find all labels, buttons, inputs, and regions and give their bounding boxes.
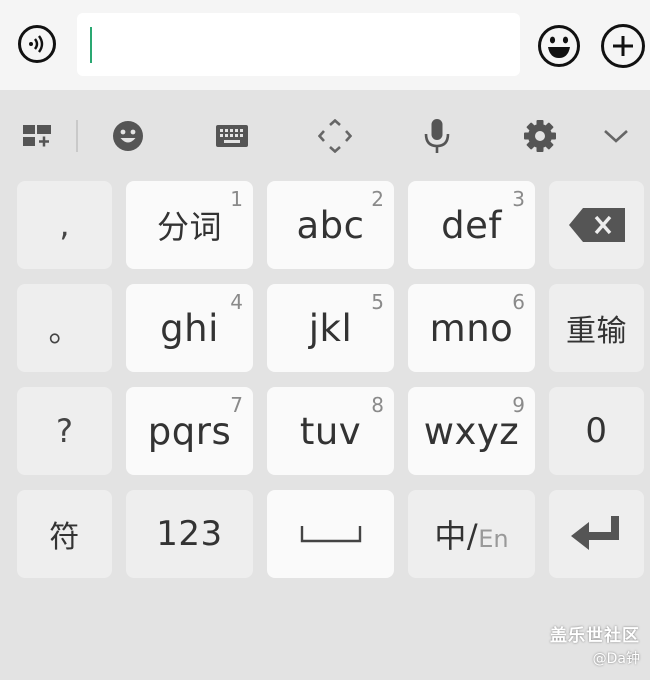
- keyboard-icon: [216, 125, 248, 147]
- enter-key[interactable]: [549, 490, 644, 578]
- key-8-label: tuv: [299, 409, 362, 453]
- voice-broadcast-button[interactable]: [18, 25, 56, 63]
- keyboard-toolbar: [0, 108, 650, 164]
- key-3-number: 3: [512, 187, 525, 211]
- key-9-number: 9: [512, 393, 525, 417]
- key-6-number: 6: [512, 290, 525, 314]
- key-9-label: wxyz: [423, 409, 520, 453]
- key-question[interactable]: ?: [17, 387, 112, 475]
- key-4-number: 4: [230, 290, 243, 314]
- sound-wave-icon: [29, 35, 44, 53]
- key-4[interactable]: ghi 4: [126, 284, 253, 372]
- text-input[interactable]: [77, 13, 520, 76]
- key-comma-label: ,: [59, 206, 70, 244]
- settings-button[interactable]: [515, 108, 565, 164]
- emoji-button[interactable]: [537, 24, 581, 72]
- symbol-key[interactable]: 符: [17, 490, 112, 578]
- key-3[interactable]: def 3: [408, 181, 535, 269]
- numeric-key[interactable]: 123: [126, 490, 253, 578]
- language-cn-label: 中/: [434, 517, 479, 555]
- key-6-label: mno: [429, 306, 514, 350]
- collapse-keyboard-button[interactable]: [591, 108, 641, 164]
- voice-input-button[interactable]: [412, 108, 462, 164]
- symbol-key-label: 符: [49, 520, 80, 555]
- key-0[interactable]: 0: [549, 387, 644, 475]
- key-1-number: 1: [230, 187, 243, 211]
- emoji-icon: [113, 121, 143, 151]
- key-9[interactable]: wxyz 9: [408, 387, 535, 475]
- backspace-key[interactable]: [549, 181, 644, 269]
- key-period-label: 。: [48, 311, 81, 349]
- key-5-label: jkl: [308, 306, 353, 350]
- key-1-label: 分词: [156, 208, 222, 246]
- key-2-label: abc: [296, 203, 365, 247]
- key-0-label: 0: [585, 411, 608, 451]
- smiley-icon: [538, 25, 580, 67]
- key-6[interactable]: mno 6: [408, 284, 535, 372]
- key-8[interactable]: tuv 8: [267, 387, 394, 475]
- key-5[interactable]: jkl 5: [267, 284, 394, 372]
- watermark-site: 盖乐世社区: [550, 626, 640, 646]
- key-period[interactable]: 。: [17, 284, 112, 372]
- key-7-number: 7: [230, 393, 243, 417]
- backspace-icon: [568, 208, 625, 242]
- menu-grid-button[interactable]: [13, 108, 63, 164]
- key-3-label: def: [441, 203, 502, 247]
- emoji-panel-button[interactable]: [103, 108, 153, 164]
- plus-icon: [613, 36, 633, 56]
- text-cursor: [90, 27, 92, 63]
- key-1[interactable]: 分词 1: [126, 181, 253, 269]
- key-7-label: pqrs: [147, 409, 232, 453]
- language-switch-key[interactable]: 中/En: [408, 490, 535, 578]
- chevron-down-icon: [604, 130, 628, 143]
- input-bar: [0, 0, 650, 90]
- key-5-number: 5: [371, 290, 384, 314]
- mic-icon: [424, 119, 450, 153]
- space-bar-icon: [300, 526, 361, 543]
- retype-key[interactable]: 重输: [549, 284, 644, 372]
- add-button[interactable]: [601, 24, 645, 68]
- watermark: 盖乐世社区 @Da钟: [550, 621, 640, 668]
- key-2-number: 2: [371, 187, 384, 211]
- move-keyboard-button[interactable]: [310, 108, 360, 164]
- key-question-label: ?: [56, 412, 73, 450]
- numeric-key-label: 123: [156, 514, 223, 554]
- move-keyboard-icon: [318, 119, 352, 153]
- key-8-number: 8: [371, 393, 384, 417]
- key-comma[interactable]: ,: [17, 181, 112, 269]
- gear-icon: [524, 120, 556, 152]
- watermark-author: @Da钟: [592, 651, 640, 667]
- space-key[interactable]: [267, 490, 394, 578]
- key-4-label: ghi: [160, 306, 219, 350]
- toolbar-divider: [76, 120, 78, 152]
- retype-key-label: 重输: [566, 314, 627, 349]
- menu-grid-icon: [23, 125, 51, 147]
- key-2[interactable]: abc 2: [267, 181, 394, 269]
- keyboard-switch-button[interactable]: [207, 108, 257, 164]
- enter-icon: [570, 516, 619, 550]
- key-7[interactable]: pqrs 7: [126, 387, 253, 475]
- language-en-label: En: [478, 525, 509, 553]
